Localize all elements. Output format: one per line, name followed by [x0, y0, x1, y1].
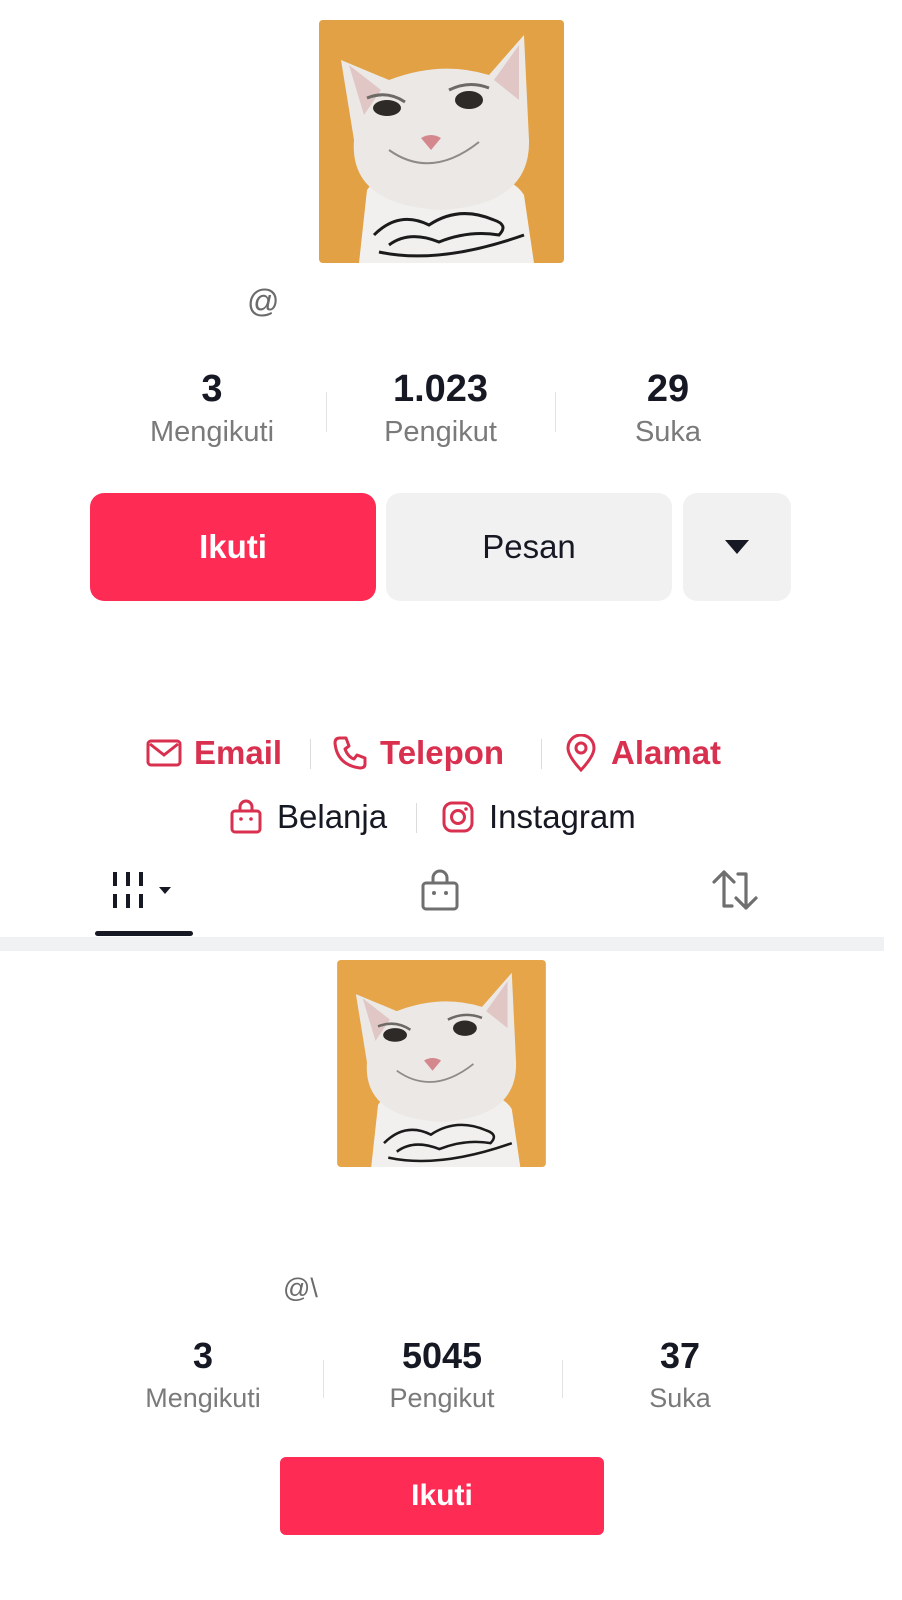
stat-likes[interactable]: 29 Suka	[608, 366, 728, 452]
tab-reposts[interactable]	[700, 860, 770, 920]
phone-link[interactable]: Telepon	[332, 731, 504, 775]
stat-divider	[555, 392, 556, 432]
more-options-button[interactable]	[683, 493, 791, 601]
location-pin-icon	[566, 734, 596, 772]
stat-following[interactable]: 3 Mengikuti	[128, 1334, 278, 1418]
mail-icon	[146, 739, 182, 767]
stat-label: Mengikuti	[145, 1383, 261, 1413]
phone-label: Telepon	[380, 734, 505, 771]
stat-value: 5045	[401, 1335, 483, 1376]
instagram-label: Instagram	[489, 798, 636, 835]
profile-avatar[interactable]	[319, 20, 564, 263]
message-button[interactable]: Pesan	[386, 493, 672, 601]
stat-value: 3	[192, 1335, 214, 1376]
shopping-bag-icon	[421, 869, 459, 911]
link-separator	[310, 739, 311, 769]
caret-down-icon	[725, 540, 749, 554]
profile-handle: @\	[283, 1273, 318, 1303]
videos-grid-icon	[113, 872, 171, 908]
phone-icon	[333, 736, 367, 770]
shopping-bag-icon	[230, 799, 262, 834]
tab-videos[interactable]	[95, 860, 193, 920]
stat-divider	[326, 392, 327, 432]
cat-avatar-image	[319, 20, 564, 263]
profile-handle: @	[247, 283, 280, 319]
stat-value: 37	[659, 1335, 701, 1376]
tab-shop[interactable]	[408, 860, 472, 920]
stat-label: Pengikut	[384, 416, 497, 448]
stat-value: 1.023	[392, 368, 489, 410]
stat-likes[interactable]: 37 Suka	[625, 1334, 735, 1418]
shop-link[interactable]: Belanja	[229, 795, 387, 839]
section-divider	[0, 937, 884, 951]
stat-label: Mengikuti	[149, 416, 275, 448]
link-separator	[541, 739, 542, 769]
address-label: Alamat	[611, 734, 722, 771]
address-link[interactable]: Alamat	[565, 731, 721, 775]
follow-button[interactable]: Ikuti	[90, 493, 376, 601]
active-tab-indicator	[95, 931, 193, 936]
stat-label: Suka	[634, 416, 702, 448]
shop-label: Belanja	[277, 798, 388, 835]
stat-value: 3	[201, 368, 223, 410]
instagram-link[interactable]: Instagram	[441, 795, 636, 839]
stat-label: Pengikut	[389, 1383, 495, 1413]
stat-divider	[323, 1360, 324, 1398]
repost-icon	[712, 870, 758, 910]
stat-following[interactable]: 3 Mengikuti	[132, 366, 292, 452]
instagram-icon	[442, 801, 474, 833]
email-link[interactable]: Email	[146, 731, 282, 775]
profile-avatar[interactable]	[337, 960, 546, 1167]
link-separator	[416, 803, 417, 833]
follow-button[interactable]: Ikuti	[280, 1457, 604, 1535]
stat-followers[interactable]: 1.023 Pengikut	[358, 366, 523, 452]
email-label: Email	[194, 734, 283, 771]
cat-avatar-image	[337, 960, 546, 1167]
stat-value: 29	[646, 368, 690, 410]
stat-divider	[562, 1360, 563, 1398]
stat-label: Suka	[649, 1383, 711, 1413]
stat-followers[interactable]: 5045 Pengikut	[367, 1334, 517, 1418]
